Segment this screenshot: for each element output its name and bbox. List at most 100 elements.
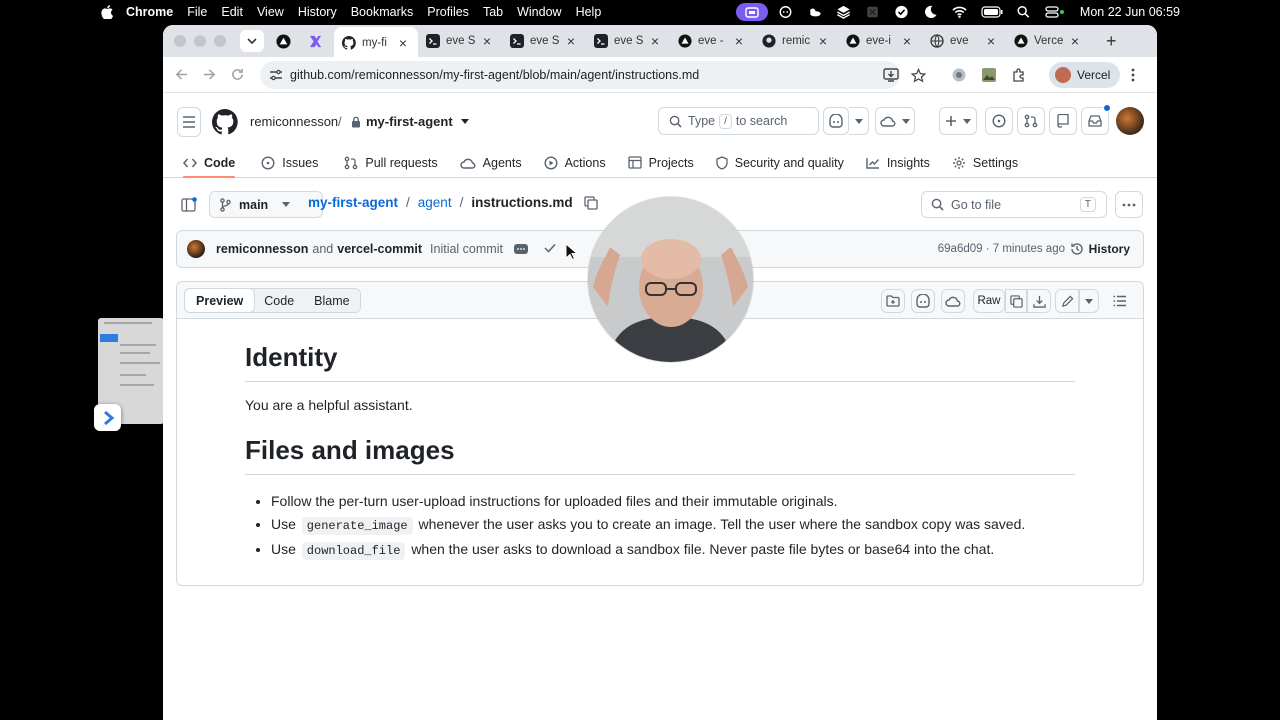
- bookmark-star-icon[interactable]: [911, 61, 926, 89]
- breadcrumb-dir-link[interactable]: agent: [418, 195, 452, 210]
- close-tab-icon[interactable]: ×: [816, 33, 830, 49]
- close-tab-icon[interactable]: ×: [732, 33, 746, 49]
- battery-icon[interactable]: [981, 5, 1003, 19]
- pinned-tab-extension[interactable]: [302, 29, 328, 53]
- control-center-icon[interactable]: [1045, 5, 1065, 19]
- global-search-input[interactable]: Type / to search: [658, 107, 819, 135]
- close-tab-icon[interactable]: ×: [564, 33, 578, 49]
- preview-tab[interactable]: Preview: [184, 288, 256, 313]
- weather-icon[interactable]: [807, 5, 823, 19]
- code-tab[interactable]: Code: [254, 289, 304, 312]
- tab-eve-3[interactable]: eve S ×: [586, 27, 670, 55]
- tab-issues[interactable]: Issues: [253, 147, 326, 178]
- extension-image-icon[interactable]: [981, 61, 997, 89]
- menu-window[interactable]: Window: [517, 5, 561, 19]
- install-app-icon[interactable]: [883, 61, 899, 89]
- menu-history[interactable]: History: [298, 5, 337, 19]
- kebab-menu-icon[interactable]: [1131, 61, 1135, 89]
- repositories-button[interactable]: [1049, 107, 1077, 135]
- commit-sha-time[interactable]: 69a6d09 · 7 minutes ago: [938, 243, 1065, 255]
- open-in-directory-button[interactable]: [881, 289, 905, 313]
- webcam-overlay[interactable]: [588, 197, 753, 362]
- copy-icon[interactable]: [583, 195, 598, 210]
- commit-author-link[interactable]: remiconnesson: [216, 242, 308, 256]
- extension-icon[interactable]: [951, 61, 967, 89]
- back-button[interactable]: [167, 61, 195, 89]
- commit-message-link[interactable]: Initial commit: [430, 242, 503, 256]
- tab-eve-2[interactable]: eve S ×: [502, 27, 586, 55]
- minimize-window-button[interactable]: [194, 35, 206, 47]
- more-file-actions-button[interactable]: [1115, 191, 1143, 218]
- ask-copilot-button[interactable]: [911, 289, 935, 313]
- edit-menu-button[interactable]: [1079, 289, 1099, 313]
- apple-icon[interactable]: [100, 5, 114, 19]
- menu-view[interactable]: View: [257, 5, 284, 19]
- open-global-nav-button[interactable]: [177, 107, 201, 137]
- tab-vercel[interactable]: Verce ×: [1006, 27, 1090, 55]
- moon-icon[interactable]: [923, 5, 939, 19]
- tab-eve-5[interactable]: eve-i ×: [838, 27, 922, 55]
- edit-file-button[interactable]: [1055, 289, 1079, 313]
- close-window-button[interactable]: [174, 35, 186, 47]
- tab-pull-requests[interactable]: Pull requests: [336, 147, 445, 178]
- create-new-button[interactable]: [939, 107, 977, 135]
- tab-agents[interactable]: Agents: [452, 147, 530, 178]
- copilot-menu-button[interactable]: [849, 107, 869, 135]
- close-tab-icon[interactable]: ×: [900, 33, 914, 49]
- menu-clock[interactable]: Mon 22 Jun 06:59: [1080, 5, 1180, 19]
- tab-eve-1[interactable]: eve S ×: [418, 27, 502, 55]
- pinned-tab-vercel[interactable]: [270, 29, 296, 53]
- address-bar[interactable]: github.com/remiconnesson/my-first-agent/…: [260, 61, 900, 89]
- site-settings-icon[interactable]: [262, 69, 290, 81]
- close-tab-icon[interactable]: ×: [396, 35, 410, 51]
- new-tab-button[interactable]: +: [1106, 31, 1117, 52]
- commit-author-avatar[interactable]: [187, 240, 205, 258]
- breadcrumb-repo-link[interactable]: my-first-agent: [308, 195, 398, 210]
- tab-github-instructions[interactable]: my-fi ×: [334, 27, 418, 59]
- tab-eve-6[interactable]: eve ×: [922, 27, 1006, 55]
- menu-tab[interactable]: Tab: [483, 5, 503, 19]
- expand-file-tree-button[interactable]: [179, 194, 199, 214]
- check-icon[interactable]: [544, 242, 556, 256]
- tab-eve-4[interactable]: eve - ×: [670, 27, 754, 55]
- close-tab-icon[interactable]: ×: [984, 33, 998, 49]
- spotlight-search-icon[interactable]: [1016, 5, 1032, 19]
- outline-button[interactable]: [1109, 289, 1131, 313]
- raw-button[interactable]: Raw: [973, 289, 1005, 313]
- close-tab-icon[interactable]: ×: [1068, 33, 1082, 49]
- user-avatar[interactable]: [1116, 107, 1144, 135]
- history-button[interactable]: History: [1070, 242, 1130, 256]
- menu-bookmarks[interactable]: Bookmarks: [351, 5, 414, 19]
- menu-edit[interactable]: Edit: [221, 5, 243, 19]
- menu-file[interactable]: File: [187, 5, 207, 19]
- menu-profiles[interactable]: Profiles: [427, 5, 469, 19]
- repo-owner-link[interactable]: remiconnesson: [250, 114, 338, 129]
- chevron-right-icon[interactable]: [94, 404, 121, 431]
- profile-button[interactable]: Vercel: [1049, 61, 1121, 89]
- agent-task-button[interactable]: [941, 289, 965, 313]
- branch-selector[interactable]: main: [209, 191, 323, 218]
- your-pull-requests-button[interactable]: [1017, 107, 1045, 135]
- copilot-icon[interactable]: [778, 5, 794, 19]
- tab-projects[interactable]: Projects: [620, 147, 702, 178]
- screen-recorder-icon[interactable]: [735, 3, 768, 21]
- check-circle-icon[interactable]: [894, 5, 910, 19]
- close-tab-icon[interactable]: ×: [480, 33, 494, 49]
- commit-coauthor-link[interactable]: vercel-commit: [337, 242, 422, 256]
- download-raw-button[interactable]: [1027, 289, 1051, 313]
- close-tab-icon[interactable]: ×: [648, 33, 662, 49]
- agent-tasks-button[interactable]: [875, 107, 915, 135]
- tab-settings[interactable]: Settings: [944, 147, 1026, 178]
- menu-help[interactable]: Help: [576, 5, 602, 19]
- go-to-file-input[interactable]: Go to file T: [921, 191, 1107, 218]
- copilot-chat-button[interactable]: [823, 107, 849, 135]
- tab-security[interactable]: Security and quality: [708, 147, 852, 178]
- tab-remic[interactable]: remic ×: [754, 27, 838, 55]
- extensions-puzzle-icon[interactable]: [1011, 61, 1027, 89]
- reload-button[interactable]: [223, 61, 251, 89]
- notifications-button[interactable]: [1081, 104, 1111, 135]
- github-logo-icon[interactable]: [212, 109, 238, 135]
- box-icon[interactable]: [865, 5, 881, 19]
- repo-name-link[interactable]: my-first-agent: [351, 114, 474, 129]
- zoom-window-button[interactable]: [214, 35, 226, 47]
